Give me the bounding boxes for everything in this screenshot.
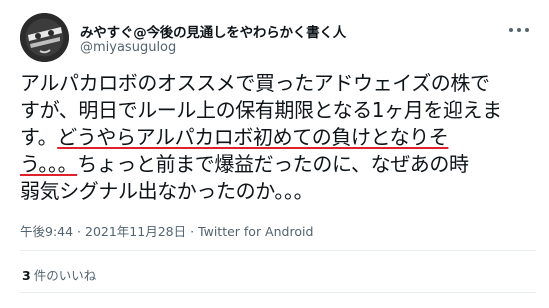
red-underlined-text: う。。。 bbox=[20, 152, 78, 176]
author-display-name[interactable]: みやすぐ@今後の見通しをやわらかく書く人 bbox=[80, 21, 346, 41]
tweet-text-line: アルパカロボのオススメで買ったアドウェイズの株で bbox=[20, 71, 490, 95]
tweet-card: みやすぐ@今後の見通しをやわらかく書く人 @miyasugulog アルパカロボ… bbox=[0, 0, 549, 308]
tweet-text-line: う。。。ちょっと前まで爆益だったのに、なぜあの時 bbox=[20, 152, 469, 176]
tweet-timestamp[interactable]: 午後9:44 · 2021年11月28日 · Twitter for Andro… bbox=[20, 221, 313, 240]
tweet-text-line: す。どうやらアルパカロボ初めての負けとなりそ bbox=[20, 125, 449, 149]
likes-label: 件のいいね bbox=[33, 268, 97, 283]
likes-count[interactable]: 3 件のいいね bbox=[22, 265, 96, 284]
divider bbox=[20, 292, 536, 293]
tweet-text-line: 弱気シグナル出なかったのか。。。 bbox=[20, 179, 314, 203]
tweet-text-line: すが、明日でルール上の保有期限となる1ヶ月を迎えま bbox=[20, 98, 502, 122]
profile-avatar-icon[interactable] bbox=[20, 13, 69, 62]
author-handle[interactable]: @miyasugulog bbox=[80, 40, 176, 55]
red-underlined-text: どうやらアルパカロボ初めての負けとなりそ bbox=[57, 125, 449, 149]
tweet-text: アルパカロボのオススメで買ったアドウェイズの株で すが、明日でルール上の保有期限… bbox=[20, 70, 535, 205]
divider bbox=[20, 250, 536, 251]
likes-number: 3 bbox=[22, 268, 31, 283]
more-options-icon[interactable] bbox=[506, 20, 532, 42]
